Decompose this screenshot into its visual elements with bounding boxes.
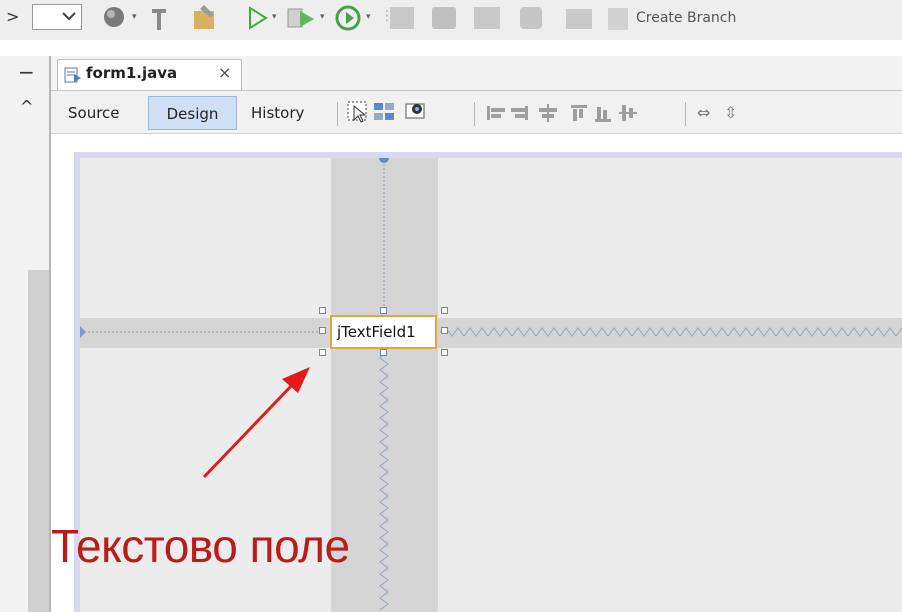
resize-handle-se[interactable] (441, 349, 448, 356)
resize-handle-nw[interactable] (319, 307, 326, 314)
center-horizontal-icon (547, 104, 549, 122)
chevron-down-icon[interactable]: ▾ (272, 12, 277, 22)
resize-handle-w[interactable] (319, 327, 326, 334)
profile-icon[interactable] (334, 4, 362, 32)
resize-handle-e[interactable] (441, 327, 448, 334)
chevron-down-icon[interactable]: ▾ (132, 12, 137, 22)
connection-mode-icon[interactable] (372, 100, 396, 124)
resize-handle-ne[interactable] (441, 307, 448, 314)
resize-handle-s[interactable] (380, 349, 387, 356)
clean-build-icon[interactable] (190, 3, 218, 33)
create-branch-button[interactable]: Create Branch (636, 10, 736, 26)
annotation-label: Текстово поле (51, 520, 350, 572)
chevron-down-icon[interactable]: ▾ (366, 12, 371, 22)
tab-source[interactable]: Source (68, 96, 120, 130)
tab-history[interactable]: History (251, 96, 304, 130)
align-right-icon (525, 106, 528, 120)
resize-vertical-icon[interactable]: ⇳ (724, 103, 737, 122)
build-icon[interactable] (146, 4, 172, 32)
annotation-arrow (202, 367, 310, 479)
chevron-down-icon[interactable]: ▾ (320, 12, 325, 22)
scroll-up-icon[interactable]: ^ (20, 97, 33, 116)
main-toolbar: > ▾ ▾ ▾ ▾ ⋮ Create Branch (0, 0, 902, 40)
java-form-file-icon (64, 67, 81, 83)
left-scrollbar[interactable] (28, 270, 50, 612)
align-left-icon (487, 106, 490, 120)
run-icon[interactable] (246, 6, 268, 30)
db-connect-icon[interactable] (566, 9, 592, 29)
branch-icon[interactable] (608, 8, 628, 30)
db-search-icon[interactable] (432, 7, 456, 29)
center-vertical-icon (619, 112, 637, 114)
toolbar-separator (337, 102, 338, 126)
toolbar-separator (474, 102, 475, 126)
tab-design[interactable]: Design (148, 96, 237, 130)
dropdown-icon[interactable] (33, 5, 81, 29)
selection-mode-icon[interactable] (346, 100, 370, 124)
tab-title: form1.java (86, 64, 178, 82)
db-table-icon[interactable] (390, 7, 414, 29)
debug-icon[interactable] (286, 5, 316, 31)
toolbar-more-glyph[interactable]: > (6, 7, 19, 26)
toolbar-separator (685, 102, 686, 126)
minimize-panel-button[interactable]: − (18, 60, 35, 84)
resize-horizontal-icon[interactable]: ⇔ (697, 103, 710, 122)
close-icon[interactable]: × (218, 63, 231, 82)
alignment-tools (487, 104, 637, 122)
align-top-icon (571, 105, 587, 108)
align-bottom-icon (595, 119, 611, 122)
database-icon[interactable] (520, 7, 542, 29)
resize-handle-n[interactable] (380, 307, 387, 314)
jtextfield-component[interactable]: jTextField1 (330, 315, 437, 349)
globe-icon[interactable] (100, 4, 128, 30)
tab-form1-java[interactable]: form1.java × (57, 59, 242, 90)
db-edit-icon[interactable] (474, 7, 500, 29)
preview-design-icon[interactable] (404, 100, 428, 124)
config-combobox[interactable] (32, 4, 82, 30)
